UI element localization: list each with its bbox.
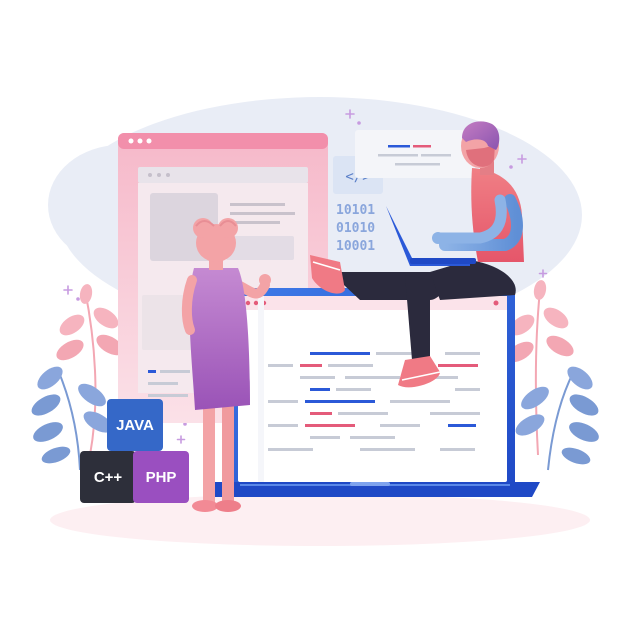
java-badge: JAVA <box>107 399 163 451</box>
cpp-badge: C++ <box>80 451 136 503</box>
java-label: JAVA <box>116 417 154 434</box>
info-card <box>355 130 475 178</box>
php-badge: PHP <box>133 451 189 503</box>
laptop-base <box>205 482 540 497</box>
right-plant <box>506 280 599 471</box>
binary-line-2: 01010 <box>336 221 375 236</box>
binary-code: 10101 01010 10001 <box>336 203 375 254</box>
illustration-stage: </> 10101 01010 10001 <box>0 0 626 626</box>
binary-line-1: 10101 <box>336 203 375 218</box>
binary-line-3: 10001 <box>336 239 375 254</box>
illustration: </> 10101 01010 10001 <box>31 97 599 546</box>
php-label: PHP <box>146 469 177 486</box>
cpp-label: C++ <box>94 469 123 486</box>
